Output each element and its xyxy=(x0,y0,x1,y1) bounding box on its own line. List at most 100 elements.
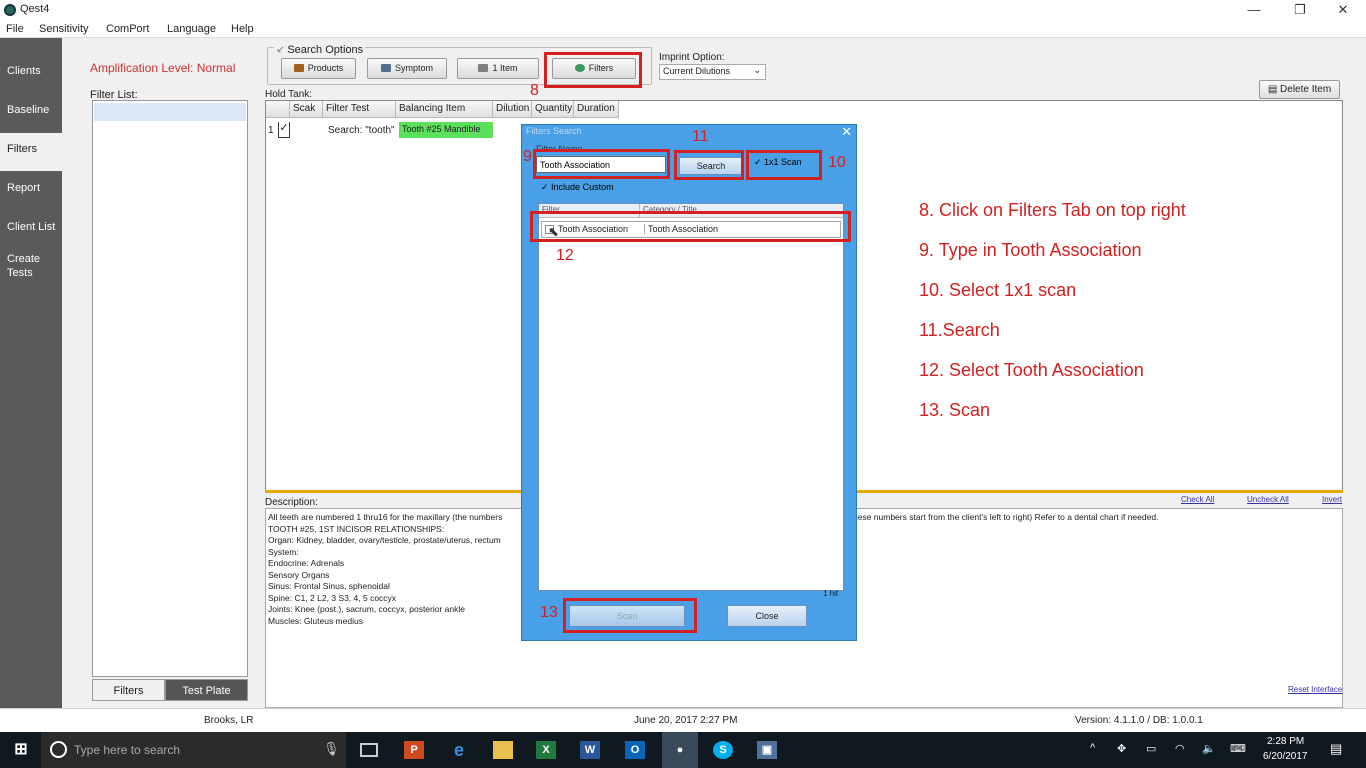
nav-clients[interactable]: Clients xyxy=(0,56,62,94)
filter-results-list: Filter Category / Title Tooth Associatio… xyxy=(538,203,844,591)
one-item-button[interactable]: 1 Item xyxy=(457,58,539,79)
status-version: Version: 4.1.1.0 / DB: 1.0.0.1 xyxy=(1075,715,1203,726)
search-options-legend: ⸔ Search Options xyxy=(274,42,366,57)
taskbar: ⊞ Type here to search 🎙 P e X W O ● S ▣ … xyxy=(0,732,1366,768)
invert-link[interactable]: Invert xyxy=(1322,495,1342,504)
instruction-step: 11.Search xyxy=(919,320,1000,340)
column-header-dilution[interactable]: Dilution xyxy=(493,101,532,118)
filters-search-dialog: Filters Search ✕ Filter Name Search ✓ 1x… xyxy=(521,124,857,641)
imprint-option-select[interactable]: Current Dilutions ⌄ xyxy=(659,64,766,80)
outlook-icon[interactable]: O xyxy=(625,741,645,759)
close-window-button[interactable]: ✕ xyxy=(1321,0,1365,20)
annotation-number-11: 11 xyxy=(692,128,709,145)
instruction-step: 13. Scan xyxy=(919,400,991,420)
window-title: Qest4 xyxy=(20,3,50,15)
products-button[interactable]: Products xyxy=(281,58,356,79)
maximize-button[interactable]: ❐ xyxy=(1278,0,1322,20)
symptom-icon xyxy=(380,64,391,72)
include-custom-checkbox[interactable]: ✓ Include Custom xyxy=(541,182,614,193)
menu-language[interactable]: Language xyxy=(167,23,216,35)
tray-chevron-icon[interactable]: ^ xyxy=(1090,742,1095,754)
nav-create-tests[interactable]: Create Tests xyxy=(0,244,40,282)
row-filter-test: Search: "tooth" xyxy=(328,125,395,136)
highlight-scan-button xyxy=(563,598,697,633)
highlight-filters-button xyxy=(544,52,642,88)
highlight-search-button xyxy=(674,150,744,180)
wifi-icon[interactable]: ◠ xyxy=(1175,742,1185,755)
check-all-link[interactable]: Check All xyxy=(1181,495,1214,504)
instruction-step: 8. Click on Filters Tab on top right xyxy=(919,200,1186,220)
column-header-balancing-item[interactable]: Balancing Item xyxy=(396,101,493,118)
menu-comport[interactable]: ComPort xyxy=(106,23,149,35)
hit-count: 1 hit xyxy=(823,589,839,598)
qest4-app-icon[interactable]: ● xyxy=(662,732,698,768)
excel-icon[interactable]: X xyxy=(536,741,556,759)
status-bar: Brooks, LR June 20, 2017 2:27 PM Version… xyxy=(0,708,1366,732)
clock-time[interactable]: 2:28 PM xyxy=(1267,736,1304,747)
products-icon xyxy=(293,64,304,72)
uncheck-all-link[interactable]: Uncheck All xyxy=(1247,495,1289,504)
cortana-icon xyxy=(50,741,67,758)
nav-baseline[interactable]: Baseline xyxy=(0,95,62,133)
app-icon xyxy=(4,4,16,16)
tab-filters[interactable]: Filters xyxy=(92,679,165,701)
menu-file[interactable]: File xyxy=(6,23,24,35)
hold-tank-label: Hold Tank: xyxy=(265,89,313,100)
title-bar: Qest4 — ❐ ✕ xyxy=(0,0,1366,20)
menu-bar: File Sensitivity ComPort Language Help xyxy=(0,20,1366,38)
dialog-title: Filters Search xyxy=(526,126,582,136)
highlight-filter-name xyxy=(533,149,670,179)
column-header-duration[interactable]: Duration xyxy=(574,101,619,118)
minimize-button[interactable]: — xyxy=(1232,0,1276,20)
task-view-icon[interactable] xyxy=(360,743,378,757)
instruction-step: 9. Type in Tooth Association xyxy=(919,240,1142,260)
menu-help[interactable]: Help xyxy=(231,23,254,35)
delete-icon: ▤ xyxy=(1267,84,1281,95)
close-button[interactable]: Close xyxy=(727,605,807,627)
scak-checkbox[interactable]: ✓ xyxy=(278,122,290,138)
nav-report[interactable]: Report xyxy=(0,173,62,211)
powerpoint-icon[interactable]: P xyxy=(404,741,424,759)
dialog-close-icon[interactable]: ✕ xyxy=(841,124,852,140)
row-number: 1 xyxy=(268,125,274,136)
nav-filters[interactable]: Filters xyxy=(0,133,62,171)
status-datetime: June 20, 2017 2:27 PM xyxy=(634,715,738,726)
annotation-number-8: 8 xyxy=(530,82,539,99)
symptom-button[interactable]: Symptom xyxy=(367,58,447,79)
pin-icon: ⸔ xyxy=(276,44,288,56)
column-header-filter-test[interactable]: Filter Test xyxy=(323,101,396,118)
amplification-level: Amplification Level: Normal xyxy=(90,61,236,75)
menu-sensitivity[interactable]: Sensitivity xyxy=(39,23,89,35)
imprint-option-label: Imprint Option: xyxy=(659,52,725,63)
annotation-number-12: 12 xyxy=(556,247,574,264)
instruction-step: 12. Select Tooth Association xyxy=(919,360,1144,380)
reset-interface-link[interactable]: Reset Interface xyxy=(1288,685,1342,694)
windows-start-icon[interactable]: ⊞ xyxy=(11,741,31,759)
volume-icon[interactable]: 🔈 xyxy=(1202,742,1216,755)
edge-icon[interactable]: e xyxy=(449,741,469,759)
save-disk-icon[interactable]: ▣ xyxy=(757,741,777,759)
highlight-1x1-scan xyxy=(746,150,822,180)
word-icon[interactable]: W xyxy=(580,741,600,759)
microphone-icon[interactable]: 🎙 xyxy=(323,741,340,757)
taskbar-search-box[interactable]: Type here to search 🎙 xyxy=(41,732,346,768)
column-header-quantity[interactable]: Quantity xyxy=(532,101,574,118)
skype-icon[interactable]: S xyxy=(713,741,733,759)
battery-icon[interactable]: ▭ xyxy=(1146,742,1156,755)
keyboard-icon[interactable]: ⌨ xyxy=(1230,742,1246,755)
annotation-number-13: 13 xyxy=(540,604,558,621)
dropbox-icon[interactable]: ✥ xyxy=(1117,742,1126,755)
delete-item-button[interactable]: ▤ Delete Item xyxy=(1259,80,1340,99)
column-header-scak[interactable]: Scak xyxy=(290,101,323,118)
filter-list[interactable] xyxy=(92,100,248,677)
item-icon xyxy=(478,64,489,72)
instruction-step: 10. Select 1x1 scan xyxy=(919,280,1077,300)
notification-icon[interactable]: ▤ xyxy=(1330,741,1342,757)
left-nav: Clients Baseline Filters Report Client L… xyxy=(0,38,62,708)
row-balancing-item[interactable]: Tooth #25 Mandible xyxy=(399,122,493,138)
filter-list-selected-row[interactable] xyxy=(94,103,246,121)
tab-test-plate[interactable]: Test Plate xyxy=(165,679,248,701)
file-explorer-icon[interactable] xyxy=(493,741,513,759)
clock-date[interactable]: 6/20/2017 xyxy=(1263,751,1308,762)
highlight-result-row xyxy=(530,211,851,242)
